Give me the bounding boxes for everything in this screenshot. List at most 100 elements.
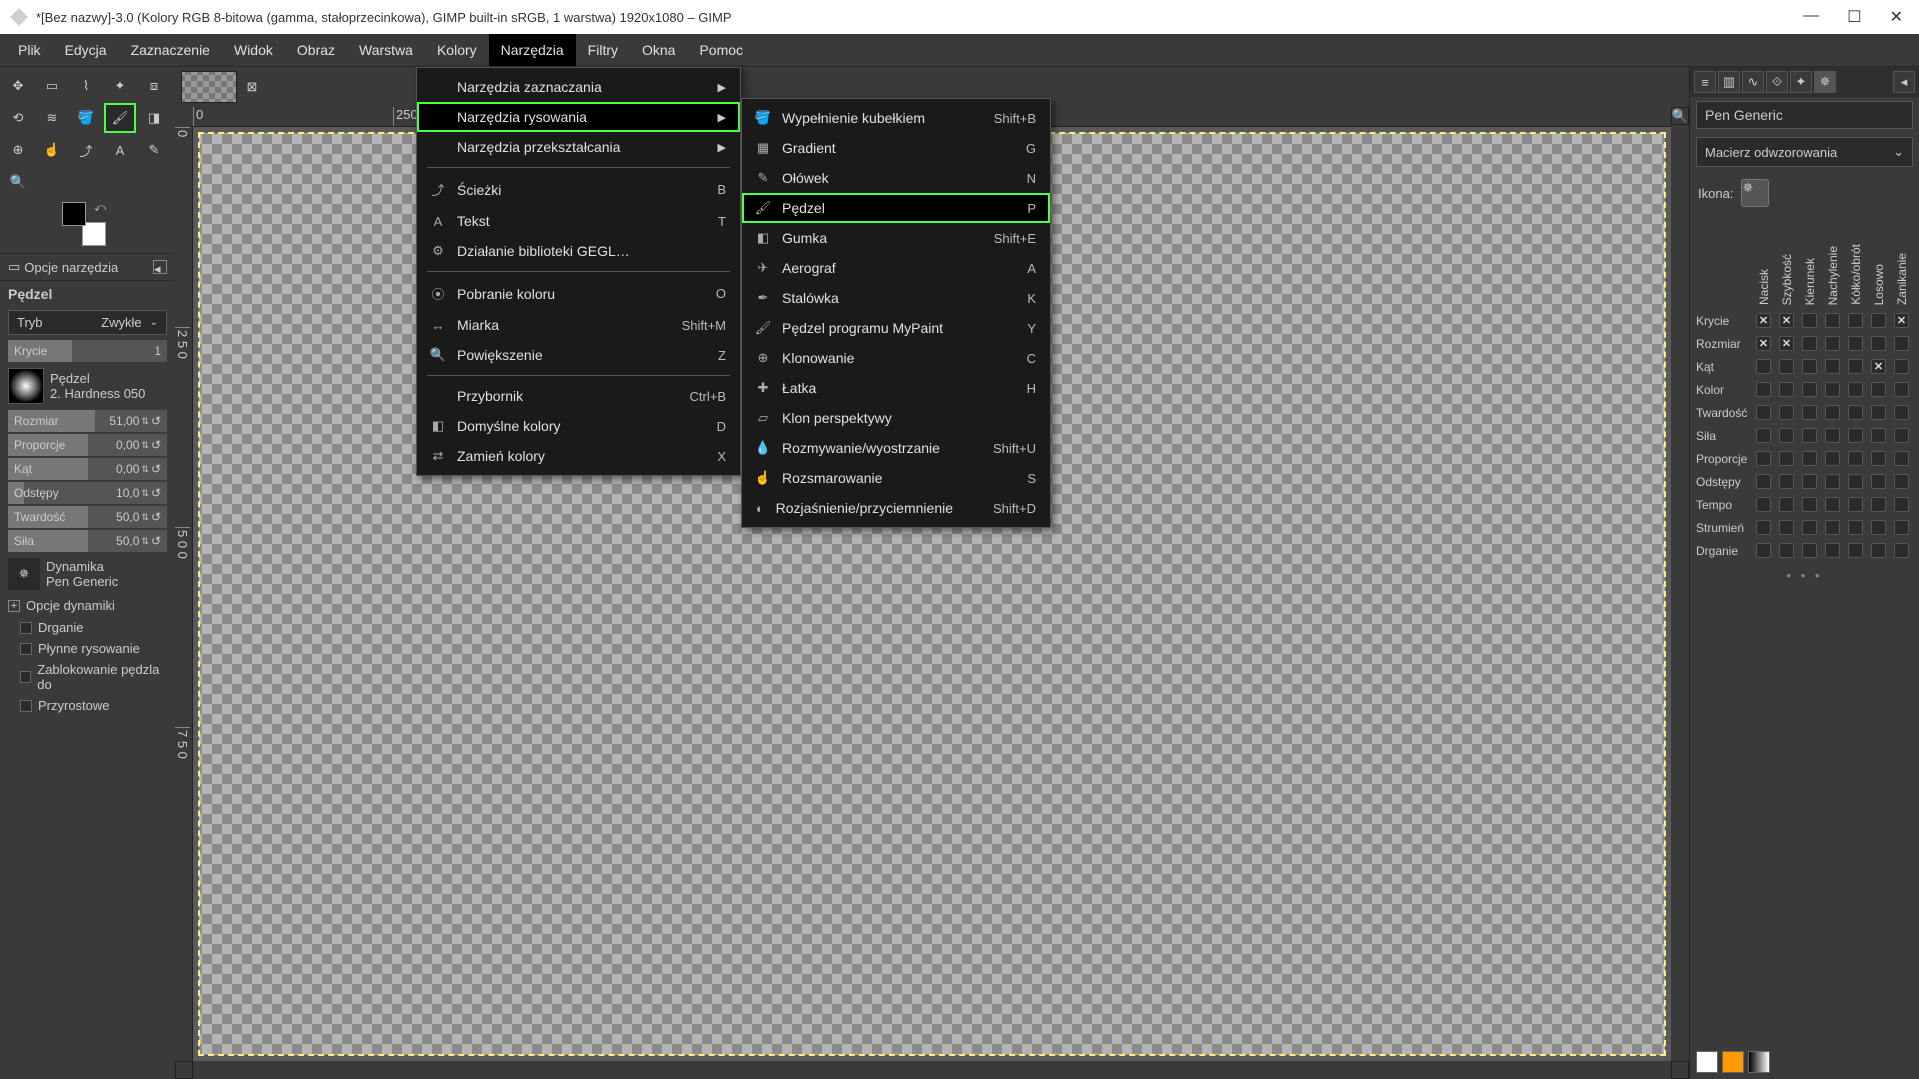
clone-tool[interactable]: ⊕ (2, 135, 34, 165)
force-slider[interactable]: Siła50,0 ⇅ ↺ (8, 530, 167, 552)
matrix-checkbox[interactable] (1821, 518, 1844, 538)
menu-item[interactable]: PrzybornikCtrl+B (417, 381, 740, 411)
matrix-checkbox[interactable]: ✕ (1752, 334, 1775, 354)
matrix-checkbox[interactable] (1775, 449, 1798, 469)
matrix-checkbox[interactable] (1844, 541, 1867, 561)
matrix-checkbox[interactable] (1821, 334, 1844, 354)
menu-item[interactable]: ⊕KlonowanieC (742, 343, 1050, 373)
matrix-checkbox[interactable] (1775, 495, 1798, 515)
menu-plik[interactable]: Plik (6, 34, 53, 66)
lasso-tool[interactable]: ⌇ (70, 71, 102, 101)
matrix-checkbox[interactable] (1867, 449, 1890, 469)
matrix-checkbox[interactable] (1798, 357, 1821, 377)
matrix-checkbox[interactable] (1775, 426, 1798, 446)
menu-item[interactable]: ⇄Zamień koloryX (417, 441, 740, 471)
menu-item[interactable]: ◐Rozjaśnienie/przyciemnienieShift+D (742, 493, 1050, 523)
matrix-checkbox[interactable] (1752, 495, 1775, 515)
dynamics-icon-preview[interactable]: ✵ (1741, 179, 1769, 207)
matrix-checkbox[interactable] (1775, 357, 1798, 377)
size-slider[interactable]: Rozmiar51,00 ⇅ ↺ (8, 410, 167, 432)
zoom-tool[interactable]: 🔍 (2, 167, 34, 197)
matrix-checkbox[interactable] (1867, 495, 1890, 515)
menu-pomoc[interactable]: Pomoc (687, 34, 755, 66)
matrix-checkbox[interactable] (1867, 380, 1890, 400)
menu-item[interactable]: 🖌PędzelP (742, 193, 1050, 223)
matrix-checkbox[interactable] (1821, 311, 1844, 331)
matrix-checkbox[interactable] (1821, 449, 1844, 469)
matrix-checkbox[interactable] (1798, 472, 1821, 492)
matrix-checkbox[interactable] (1798, 518, 1821, 538)
zoom-nav-icon[interactable]: 🔍 (1671, 107, 1689, 125)
dynamics-row[interactable]: ✵ Dynamika Pen Generic (0, 554, 175, 594)
matrix-checkbox[interactable] (1890, 426, 1913, 446)
matrix-checkbox[interactable] (1844, 518, 1867, 538)
rect-select-tool[interactable]: ▭ (36, 71, 68, 101)
crop-tool[interactable]: ⧈ (138, 71, 170, 101)
swatch-orange[interactable] (1722, 1051, 1744, 1073)
matrix-checkbox[interactable] (1844, 334, 1867, 354)
matrix-checkbox[interactable] (1821, 472, 1844, 492)
matrix-checkbox[interactable] (1821, 541, 1844, 561)
incremental-checkbox[interactable]: Przyrostowe (0, 695, 175, 716)
matrix-checkbox[interactable] (1752, 472, 1775, 492)
menu-widok[interactable]: Widok (222, 34, 285, 66)
dock-tab-3[interactable]: ∿ (1742, 71, 1764, 93)
menu-kolory[interactable]: Kolory (425, 34, 489, 66)
mode-dropdown[interactable]: Tryb Zwykłe ⌄ (8, 310, 167, 335)
menu-item[interactable]: ✎OłówekN (742, 163, 1050, 193)
menu-item[interactable]: 🖌Pędzel programu MyPaintY (742, 313, 1050, 343)
matrix-checkbox[interactable] (1890, 472, 1913, 492)
matrix-checkbox[interactable]: ✕ (1890, 311, 1913, 331)
menu-item[interactable]: ▱Klon perspektywy (742, 403, 1050, 433)
matrix-checkbox[interactable] (1844, 380, 1867, 400)
matrix-checkbox[interactable] (1798, 495, 1821, 515)
menu-item[interactable]: ◧GumkaShift+E (742, 223, 1050, 253)
dock-tab-2[interactable]: ▥ (1718, 71, 1740, 93)
hardness-slider[interactable]: Twardość50,0 ⇅ ↺ (8, 506, 167, 528)
matrix-checkbox[interactable] (1821, 426, 1844, 446)
matrix-checkbox[interactable] (1890, 380, 1913, 400)
matrix-checkbox[interactable] (1821, 380, 1844, 400)
matrix-checkbox[interactable] (1798, 426, 1821, 446)
matrix-checkbox[interactable] (1752, 426, 1775, 446)
matrix-checkbox[interactable] (1798, 311, 1821, 331)
dock-tab-4[interactable]: ⟐ (1766, 71, 1788, 93)
matrix-checkbox[interactable] (1867, 518, 1890, 538)
menu-item[interactable]: Narzędzia rysowania▶ (417, 102, 740, 132)
image-tab-close[interactable]: ⊠ (243, 78, 261, 96)
dock-tab-6[interactable]: ✵ (1814, 71, 1836, 93)
matrix-checkbox[interactable]: ✕ (1752, 311, 1775, 331)
menu-okna[interactable]: Okna (630, 34, 687, 66)
warp-tool[interactable]: ≋ (36, 103, 68, 133)
matrix-checkbox[interactable] (1798, 334, 1821, 354)
matrix-checkbox[interactable] (1798, 449, 1821, 469)
swap-colors-icon[interactable]: ⤺ (94, 202, 106, 215)
matrix-checkbox[interactable] (1775, 518, 1798, 538)
smudge-tool[interactable]: ☝ (36, 135, 68, 165)
matrix-checkbox[interactable] (1844, 472, 1867, 492)
dock-tab-1[interactable]: ≡ (1694, 71, 1716, 93)
mapping-dropdown[interactable]: Macierz odwzorowania ⌄ (1696, 137, 1913, 167)
matrix-checkbox[interactable] (1752, 518, 1775, 538)
minimize-button[interactable]: — (1803, 7, 1819, 27)
matrix-checkbox[interactable] (1890, 449, 1913, 469)
matrix-checkbox[interactable] (1844, 449, 1867, 469)
matrix-checkbox[interactable] (1844, 426, 1867, 446)
matrix-checkbox[interactable] (1890, 518, 1913, 538)
fuzzy-select-tool[interactable]: ✦ (104, 71, 136, 101)
matrix-checkbox[interactable] (1775, 541, 1798, 561)
menu-item[interactable]: ▦GradientG (742, 133, 1050, 163)
matrix-checkbox[interactable] (1867, 311, 1890, 331)
image-tab[interactable] (181, 71, 237, 103)
menu-item[interactable]: ✚ŁatkaH (742, 373, 1050, 403)
menu-item[interactable]: ↔MiarkaShift+M (417, 310, 740, 340)
matrix-checkbox[interactable] (1798, 380, 1821, 400)
menu-item[interactable]: ✒StalówkaK (742, 283, 1050, 313)
bucket-tool[interactable]: 🪣 (70, 103, 102, 133)
jitter-checkbox[interactable]: Drganie (0, 617, 175, 638)
matrix-checkbox[interactable] (1752, 449, 1775, 469)
paintbrush-tool[interactable]: 🖌 (104, 103, 136, 133)
matrix-checkbox[interactable] (1821, 403, 1844, 423)
matrix-checkbox[interactable] (1867, 403, 1890, 423)
matrix-checkbox[interactable]: ✕ (1775, 334, 1798, 354)
